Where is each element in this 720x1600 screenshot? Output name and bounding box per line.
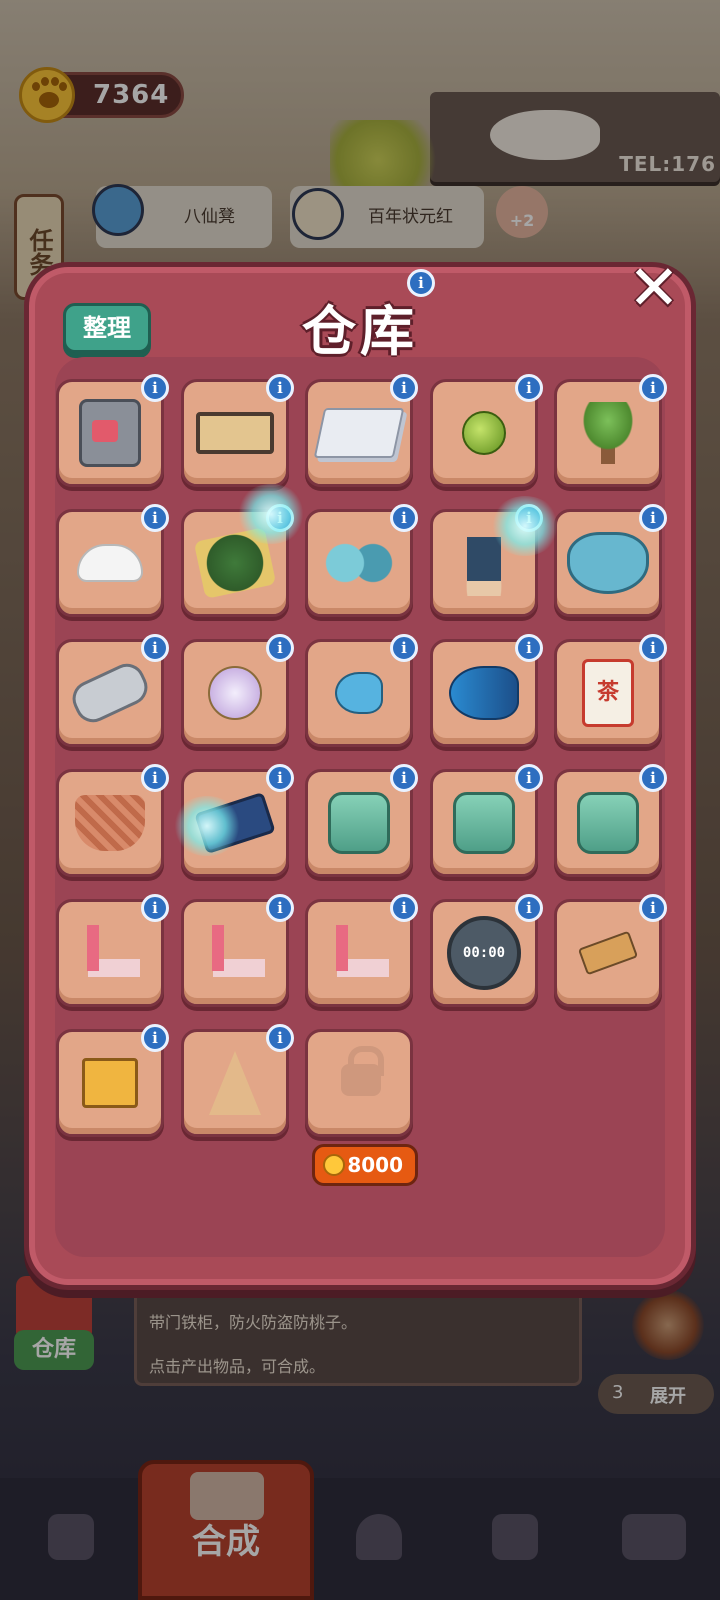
jar-icon	[453, 792, 515, 854]
item-info-button[interactable]: i	[266, 894, 294, 922]
item-info-button[interactable]: i	[515, 374, 543, 402]
item-info-button[interactable]: i	[639, 894, 667, 922]
paw-sparkle-icon	[172, 796, 242, 856]
inventory-slot-big-blue-fish[interactable]: i	[430, 634, 543, 747]
inventory-slot-puzzle-pieces[interactable]: i	[305, 504, 418, 617]
item-info-button[interactable]: i	[141, 374, 169, 402]
inventory-slot-glass-jar-2[interactable]: i	[430, 764, 543, 877]
inventory-slot-safe-with-bucket[interactable]: i	[56, 374, 169, 487]
item-info-button[interactable]: i	[515, 894, 543, 922]
gift-box-icon	[82, 1058, 138, 1108]
cap-icon	[77, 544, 143, 582]
warehouse-modal: 仓库 i 整理 ✕ iiiiiiiiiiiiii茶iiiiiiiii00:00i…	[24, 257, 696, 1290]
item-info-button[interactable]: i	[141, 634, 169, 662]
chain-hook-icon	[66, 657, 154, 729]
item-info-button[interactable]: i	[390, 764, 418, 792]
item-info-button[interactable]: i	[141, 504, 169, 532]
inventory-slot-sauce-bottle[interactable]: i	[181, 1024, 294, 1137]
inventory-slot-paper-stack[interactable]: i	[305, 374, 418, 487]
item-info-button[interactable]: i	[639, 634, 667, 662]
inventory-slot-gift-box[interactable]: i	[56, 1024, 169, 1137]
green-bead-icon	[462, 411, 506, 455]
tea-scroll-icon: 茶	[582, 659, 634, 727]
item-info-button[interactable]: i	[639, 764, 667, 792]
item-info-button[interactable]: i	[141, 764, 169, 792]
paw-sparkle-icon	[490, 496, 560, 556]
basket-icon	[75, 795, 145, 851]
inventory-slot-wooden-shelf[interactable]: i	[181, 374, 294, 487]
item-info-button[interactable]: i	[266, 764, 294, 792]
item-info-button[interactable]: i	[390, 504, 418, 532]
timer-icon: 00:00	[447, 916, 521, 990]
iron-icon	[324, 922, 394, 984]
locked-slot[interactable]: 8000	[305, 1029, 418, 1186]
inventory-slot-glass-jar-3[interactable]: i	[554, 764, 667, 877]
paw-coin-icon	[323, 1154, 345, 1176]
item-info-button[interactable]: i	[266, 374, 294, 402]
wind-chime-icon	[208, 666, 262, 720]
puzzle-icon	[324, 543, 394, 583]
safe-icon	[79, 399, 141, 467]
inventory-slot-flat-iron-1[interactable]: i	[56, 894, 169, 1007]
sort-button[interactable]: 整理	[63, 303, 151, 353]
inventory-slot-digital-timer[interactable]: 00:00 i	[430, 894, 543, 1007]
shelf-icon	[196, 412, 274, 454]
item-info-button[interactable]: i	[639, 374, 667, 402]
unlock-price: 8000	[347, 1153, 403, 1177]
item-info-button[interactable]: i	[141, 1024, 169, 1052]
inventory-slot-chain-hook[interactable]: i	[56, 634, 169, 747]
iron-icon	[75, 922, 145, 984]
item-info-button[interactable]: i	[390, 374, 418, 402]
item-info-button[interactable]: i	[515, 764, 543, 792]
inventory-slot-flat-iron-3[interactable]: i	[305, 894, 418, 1007]
inventory-slot-tea-scroll[interactable]: 茶i	[554, 634, 667, 747]
sauce-bottle-icon	[209, 1051, 261, 1115]
inventory-slot-woven-basket[interactable]: i	[56, 764, 169, 877]
item-info-button[interactable]: i	[390, 894, 418, 922]
inventory-slot-bonsai-tree[interactable]: i	[554, 374, 667, 487]
title-info-button[interactable]: i	[407, 269, 435, 297]
paw-sparkle-icon	[236, 484, 306, 544]
inventory-slot-heart-chocolate-box[interactable]: i	[554, 504, 667, 617]
inventory-slot-white-cap[interactable]: i	[56, 504, 169, 617]
inventory-slot-flat-iron-2[interactable]: i	[181, 894, 294, 1007]
clip-icon	[577, 930, 639, 976]
item-info-button[interactable]: i	[515, 634, 543, 662]
inventory-slot-glass-jar-1[interactable]: i	[305, 764, 418, 877]
item-info-button[interactable]: i	[266, 634, 294, 662]
inventory-slot-green-bead[interactable]: i	[430, 374, 543, 487]
jar-icon	[328, 792, 390, 854]
fish-small-icon	[335, 672, 383, 714]
item-info-button[interactable]: i	[141, 894, 169, 922]
paper-stack-icon	[313, 408, 405, 458]
bonsai-icon	[571, 402, 645, 464]
inventory-slot-wooden-clip[interactable]: i	[554, 894, 667, 1007]
jar-icon	[577, 792, 639, 854]
item-info-button[interactable]: i	[390, 634, 418, 662]
unlock-price-button[interactable]: 8000	[312, 1144, 418, 1186]
close-icon[interactable]: ✕	[627, 257, 681, 319]
inventory-slot-glass-wind-chime[interactable]: i	[181, 634, 294, 747]
iron-icon	[200, 922, 270, 984]
padlock-icon	[341, 1064, 381, 1096]
item-info-button[interactable]: i	[266, 1024, 294, 1052]
fish-big-icon	[449, 666, 519, 720]
chocolate-box-icon	[567, 532, 649, 594]
inventory-slot-small-blue-fish[interactable]: i	[305, 634, 418, 747]
item-info-button[interactable]: i	[639, 504, 667, 532]
